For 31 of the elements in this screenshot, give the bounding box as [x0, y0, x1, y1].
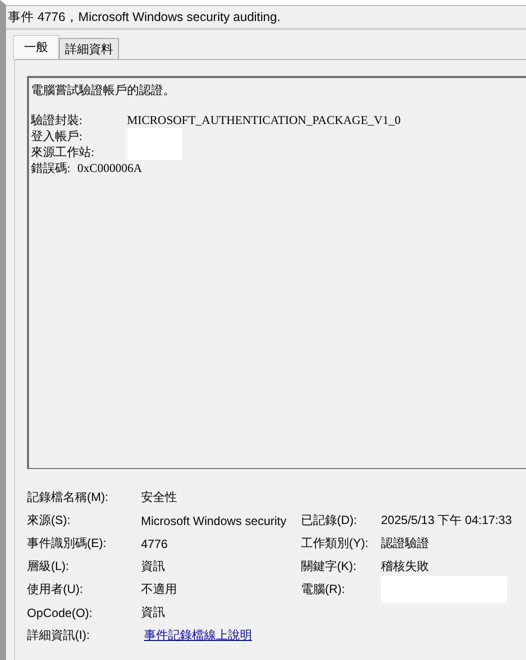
window-title: 事件 4776，Microsoft Windows security auditing. — [6, 6, 526, 30]
field-label: 關鍵字(K): — [301, 558, 358, 575]
field-label: 已記錄(D): — [301, 512, 358, 529]
tab[interactable]: 詳細資料 — [59, 38, 119, 59]
field-value: 不適用 — [141, 581, 178, 598]
tab[interactable]: 一般 — [13, 35, 59, 59]
field-value: 認證驗證 — [381, 535, 429, 552]
description-label: 來源工作站: — [31, 144, 96, 160]
field-label: 事件識別碼(E): — [27, 535, 108, 552]
description-value: MICROSOFT_AUTHENTICATION_PACKAGE_V1_0 — [127, 112, 401, 128]
description-label: 登入帳戶: — [31, 128, 84, 144]
field-label: 電腦(R): — [301, 581, 346, 598]
field-value: 資訊 — [141, 558, 166, 575]
description-text: 電腦嘗試驗證帳戶的認證。 — [31, 82, 176, 98]
description-label: 驗證封裝: — [31, 112, 84, 128]
field-value: 資訊 — [141, 604, 166, 621]
field-value: 稽核失敗 — [381, 558, 429, 575]
description-label: 錯誤碼: — [31, 160, 70, 176]
description-value: 0xC000006A — [77, 160, 142, 176]
field-label: 工作類別(Y): — [301, 535, 370, 552]
field-value: 安全性 — [141, 489, 178, 506]
field-label: 詳細資訊(I): — [27, 627, 91, 644]
help-link[interactable]: 事件記錄檔線上說明 — [144, 628, 252, 642]
field-label: OpCode(O): — [27, 606, 94, 620]
field-label: 記錄檔名稱(M): — [27, 489, 110, 506]
field-label: 使用者(U): — [27, 581, 84, 598]
field-value: 4776 — [141, 536, 169, 550]
field-label: 來源(S): — [27, 512, 72, 529]
field-label: 層級(L): — [27, 558, 70, 575]
field-value: 2025/5/13 下午 04:17:33 — [381, 512, 512, 529]
field-value: Microsoft Windows security — [141, 514, 288, 528]
